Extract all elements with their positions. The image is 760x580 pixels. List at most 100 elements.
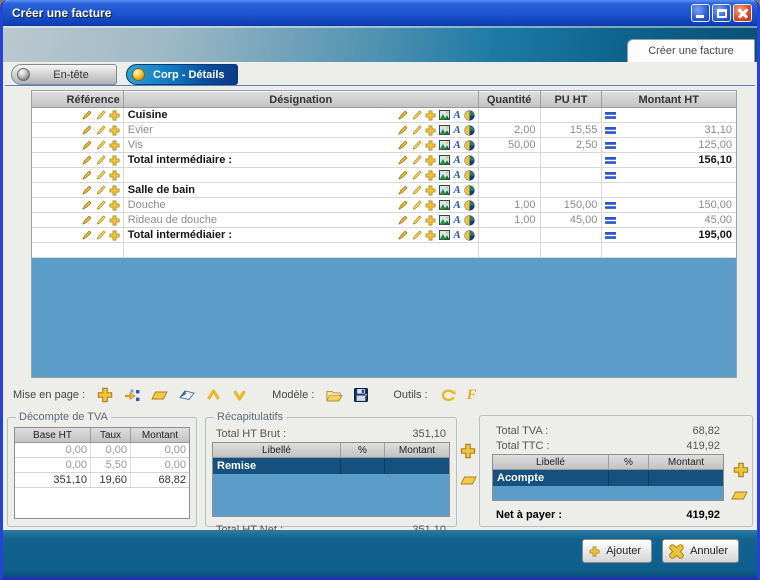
brush-icon[interactable]	[95, 170, 106, 181]
equals-icon[interactable]	[605, 156, 617, 165]
cell-unit-price[interactable]: 45,00	[541, 213, 603, 227]
cell-amount[interactable]	[602, 168, 736, 182]
deposit-row-acompte[interactable]: Acompte	[493, 470, 723, 486]
plus-icon[interactable]	[425, 155, 436, 166]
cell-reference[interactable]	[32, 198, 124, 212]
brush-icon[interactable]	[411, 185, 422, 196]
cell-quantity[interactable]	[479, 183, 541, 197]
cell-amount[interactable]	[602, 243, 736, 257]
cancel-button[interactable]: Annuler	[662, 539, 739, 563]
eraser-icon[interactable]	[179, 390, 195, 401]
cell-quantity[interactable]	[479, 153, 541, 167]
pen-icon[interactable]	[81, 185, 92, 196]
brush-icon[interactable]	[95, 185, 106, 196]
plus-icon[interactable]	[425, 170, 436, 181]
plus-icon[interactable]	[109, 185, 120, 196]
refresh-icon[interactable]	[440, 389, 456, 402]
cell-reference[interactable]	[32, 108, 124, 122]
maximize-button[interactable]	[712, 4, 731, 22]
contrast-icon[interactable]	[464, 230, 475, 241]
cell-unit-price[interactable]: 150,00	[541, 198, 603, 212]
cell-quantity[interactable]	[479, 243, 541, 257]
invoice-row[interactable]: Salle de bainA	[32, 183, 736, 198]
invoice-row[interactable]: EvierA2,0015,5531,10	[32, 123, 736, 138]
plus-icon[interactable]	[425, 125, 436, 136]
cell-quantity[interactable]: 2,00	[479, 123, 541, 137]
plus-icon[interactable]	[109, 230, 120, 241]
tva-row[interactable]: 0,000,000,00	[15, 443, 189, 458]
cell-amount[interactable]: 125,00	[602, 138, 736, 152]
add-icon[interactable]	[97, 387, 113, 403]
pen-icon[interactable]	[81, 200, 92, 211]
close-button[interactable]	[733, 4, 752, 22]
split-icon[interactable]	[124, 389, 140, 402]
cell-amount[interactable]: 31,10	[602, 123, 736, 137]
cell-quantity[interactable]: 50,00	[479, 138, 541, 152]
cell-designation[interactable]: Rideau de doucheA	[124, 213, 479, 227]
image-icon[interactable]	[439, 140, 450, 150]
cell-designation[interactable]: Total intermédiaier :A	[124, 228, 479, 242]
cell-designation[interactable]	[124, 243, 479, 257]
cell-quantity[interactable]	[479, 168, 541, 182]
brush-icon[interactable]	[95, 155, 106, 166]
image-icon[interactable]	[439, 185, 450, 195]
pen-icon[interactable]	[397, 140, 408, 151]
brush-icon[interactable]	[411, 230, 422, 241]
equals-icon[interactable]	[605, 111, 617, 120]
equals-icon[interactable]	[605, 216, 617, 225]
brush-icon[interactable]	[95, 110, 106, 121]
contrast-icon[interactable]	[464, 200, 475, 211]
cell-designation[interactable]: A	[124, 168, 479, 182]
brush-icon[interactable]	[411, 155, 422, 166]
tab-corp-details[interactable]: Corp - Détails	[126, 64, 238, 85]
plus-icon[interactable]	[109, 200, 120, 211]
add-discount-icon[interactable]	[460, 443, 476, 459]
pen-icon[interactable]	[397, 170, 408, 181]
remove-deposit-icon[interactable]	[731, 490, 748, 501]
contrast-icon[interactable]	[464, 185, 475, 196]
pen-icon[interactable]	[81, 125, 92, 136]
add-button[interactable]: Ajouter	[582, 539, 652, 563]
plus-icon[interactable]	[109, 215, 120, 226]
invoice-row[interactable]: Rideau de doucheA1,0045,0045,00	[32, 213, 736, 228]
cell-designation[interactable]: DoucheA	[124, 198, 479, 212]
brush-icon[interactable]	[411, 215, 422, 226]
image-icon[interactable]	[439, 110, 450, 120]
invoice-row[interactable]: Total intermédiaier :A195,00	[32, 228, 736, 243]
brush-icon[interactable]	[411, 125, 422, 136]
minimize-button[interactable]	[691, 4, 710, 22]
equals-icon[interactable]	[605, 201, 617, 210]
add-deposit-icon[interactable]	[733, 462, 749, 478]
cell-reference[interactable]	[32, 228, 124, 242]
cell-reference[interactable]	[32, 183, 124, 197]
cell-quantity[interactable]	[479, 108, 541, 122]
cell-quantity[interactable]	[479, 228, 541, 242]
pen-icon[interactable]	[81, 215, 92, 226]
pen-icon[interactable]	[397, 125, 408, 136]
plus-icon[interactable]	[109, 110, 120, 121]
contrast-icon[interactable]	[464, 170, 475, 181]
pen-icon[interactable]	[397, 110, 408, 121]
plus-icon[interactable]	[425, 185, 436, 196]
cell-designation[interactable]: Total intermédiaire :A	[124, 153, 479, 167]
brush-icon[interactable]	[411, 140, 422, 151]
pen-icon[interactable]	[81, 230, 92, 241]
cell-unit-price[interactable]	[541, 243, 603, 257]
cell-unit-price[interactable]	[541, 108, 603, 122]
cell-unit-price[interactable]	[541, 183, 603, 197]
contrast-icon[interactable]	[464, 155, 475, 166]
brush-icon[interactable]	[95, 215, 106, 226]
cell-reference[interactable]	[32, 168, 124, 182]
plus-icon[interactable]	[109, 170, 120, 181]
image-icon[interactable]	[439, 155, 450, 165]
cell-unit-price[interactable]: 2,50	[541, 138, 603, 152]
brush-icon[interactable]	[411, 200, 422, 211]
cell-designation[interactable]: EvierA	[124, 123, 479, 137]
cell-reference[interactable]	[32, 138, 124, 152]
tva-row[interactable]: 351,1019,6068,82	[15, 473, 189, 488]
cell-amount[interactable]	[602, 183, 736, 197]
open-folder-icon[interactable]	[326, 389, 343, 402]
invoice-row[interactable]: A	[32, 168, 736, 183]
invoice-row[interactable]: CuisineA	[32, 108, 736, 123]
pen-icon[interactable]	[397, 155, 408, 166]
